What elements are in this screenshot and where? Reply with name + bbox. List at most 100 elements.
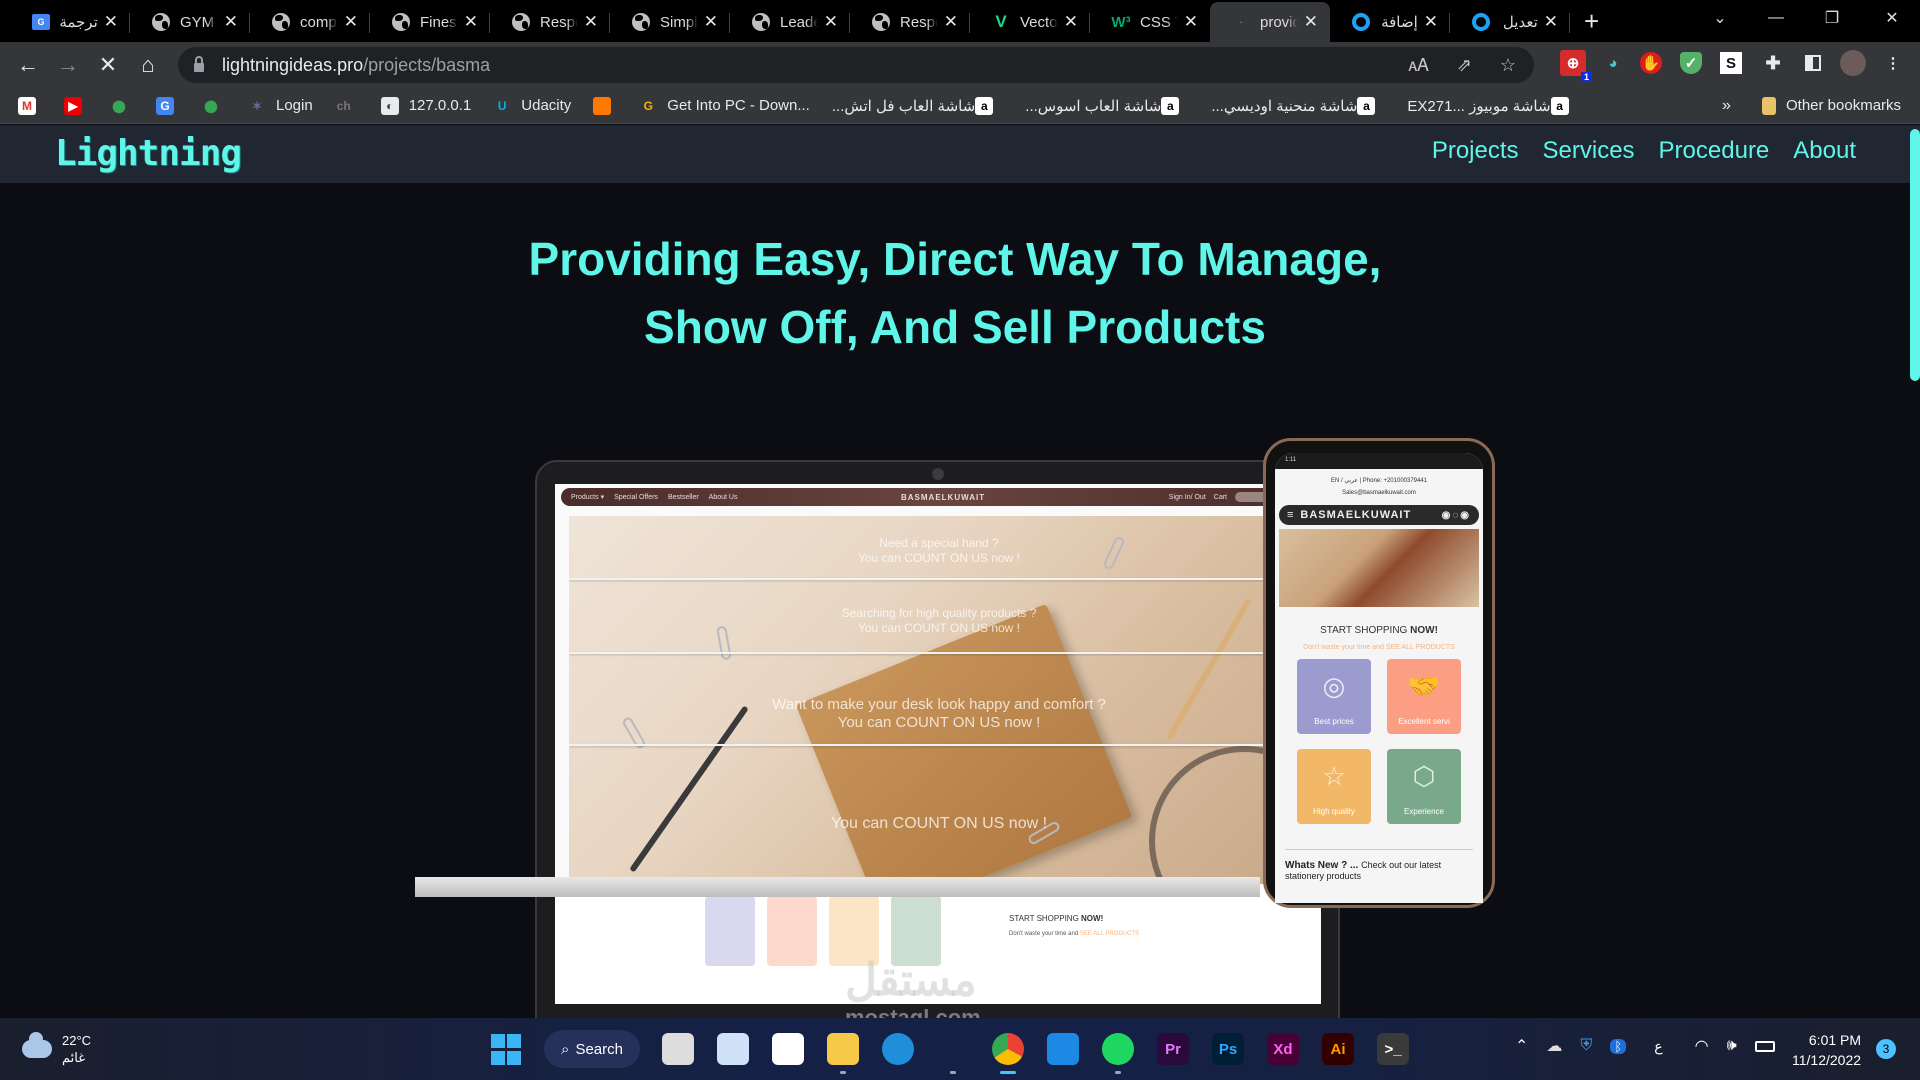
- more-bookmarks-button[interactable]: »: [1722, 97, 1731, 115]
- taskbar-illustrator[interactable]: Ai: [1322, 1033, 1354, 1065]
- battery-icon[interactable]: [1754, 1040, 1775, 1052]
- bookmark-9[interactable]: [593, 96, 621, 115]
- bookmark-2[interactable]: ⬤: [110, 97, 138, 115]
- close-window-button[interactable]: ✕: [1864, 0, 1920, 36]
- close-tab-icon[interactable]: ✕: [824, 12, 838, 32]
- bookmark-0[interactable]: M: [18, 96, 46, 115]
- bookmark-star-icon[interactable]: ☆: [1500, 55, 1516, 76]
- tab-2[interactable]: compl ✕: [250, 2, 370, 42]
- tab-4[interactable]: Respo ✕: [490, 2, 610, 42]
- taskbar-spotify[interactable]: [1102, 1033, 1134, 1074]
- bookmark-5[interactable]: ✶ Login: [248, 97, 313, 115]
- bookmark-10[interactable]: G Get Into PC - Down...: [639, 97, 810, 115]
- tab-9[interactable]: W³ CSS Tu ✕: [1090, 2, 1210, 42]
- home-button[interactable]: ⌂: [128, 45, 168, 85]
- bookmark-6[interactable]: ch: [335, 97, 363, 115]
- restore-button[interactable]: ❐: [1804, 0, 1860, 36]
- close-tab-icon[interactable]: ✕: [584, 12, 598, 32]
- taskbar-search[interactable]: ⌕ Search: [544, 1030, 640, 1068]
- clock[interactable]: 6:01 PM 11/12/2022: [1792, 1030, 1861, 1070]
- forward-button[interactable]: →: [48, 45, 88, 85]
- lock-icon[interactable]: [194, 55, 204, 72]
- taskbar-store[interactable]: [772, 1033, 804, 1065]
- taskbar-terminal[interactable]: >_: [1377, 1033, 1409, 1065]
- onedrive-icon[interactable]: ☁: [1546, 1036, 1562, 1056]
- close-tab-icon[interactable]: ✕: [464, 12, 478, 32]
- taskbar-widgets[interactable]: [717, 1033, 749, 1065]
- side-panel-icon[interactable]: [1800, 50, 1826, 76]
- site-logo[interactable]: Lightning: [55, 133, 242, 174]
- nav-about[interactable]: About: [1793, 137, 1856, 165]
- adblock-icon[interactable]: ✋: [1640, 52, 1662, 74]
- tab-6[interactable]: Leade ✕: [730, 2, 850, 42]
- notification-badge[interactable]: 3: [1876, 1039, 1896, 1059]
- nav-projects[interactable]: Projects: [1432, 137, 1519, 165]
- tab-7[interactable]: Respo ✕: [850, 2, 970, 42]
- bookmark-4[interactable]: ⬤: [202, 97, 230, 115]
- keyboard-language[interactable]: ع: [1654, 1038, 1662, 1055]
- taskbar-xd[interactable]: Xd: [1267, 1033, 1299, 1065]
- tab-8[interactable]: V Vector ✕: [970, 2, 1090, 42]
- share-icon[interactable]: ⇗: [1457, 55, 1472, 76]
- menu-kebab-icon[interactable]: ⋮: [1880, 50, 1906, 76]
- close-tab-icon[interactable]: ✕: [1544, 12, 1558, 32]
- bookmark-12[interactable]: a شاشة العاب اسوس...: [1025, 96, 1189, 115]
- taskbar-edge[interactable]: [882, 1033, 914, 1065]
- bookmark-13[interactable]: a شاشة منحنية اوديسي...: [1211, 96, 1385, 115]
- profile-avatar[interactable]: [1840, 50, 1866, 76]
- nav-procedure[interactable]: Procedure: [1659, 137, 1770, 165]
- taskbar-app[interactable]: [1047, 1033, 1079, 1065]
- bookmark-8[interactable]: U Udacity: [493, 97, 571, 115]
- new-tab-button[interactable]: +: [1584, 2, 1614, 42]
- taskbar-premiere[interactable]: Pr: [1157, 1033, 1189, 1065]
- bookmark-7[interactable]: ◐ 127.0.0.1: [380, 96, 471, 115]
- close-tab-icon[interactable]: ✕: [224, 12, 238, 32]
- volume-icon[interactable]: 🕪: [1727, 1037, 1737, 1055]
- extension-s-icon[interactable]: S: [1720, 52, 1742, 74]
- minimize-button[interactable]: —: [1748, 0, 1804, 36]
- tab-0[interactable]: G ترجمة ✕: [10, 2, 130, 42]
- tab-12[interactable]: تعديل ✕: [1450, 2, 1570, 42]
- bookmark-14[interactable]: a شاشة موبيوز ...EX271: [1407, 96, 1578, 115]
- tab-1[interactable]: GYM T ✕: [130, 2, 250, 42]
- bluetooth-icon[interactable]: ᛒ: [1610, 1038, 1627, 1054]
- stop-loading-button[interactable]: ✕: [88, 45, 128, 85]
- tab-3[interactable]: Finess ✕: [370, 2, 490, 42]
- start-button[interactable]: [490, 1033, 522, 1065]
- close-tab-icon[interactable]: ✕: [1304, 12, 1318, 32]
- weather-widget[interactable]: 22°C غائم: [22, 1032, 91, 1066]
- bookmark-11[interactable]: a شاشة العاب فل اتش...: [832, 96, 1003, 115]
- back-button[interactable]: ←: [8, 45, 48, 85]
- taskbar-vscode[interactable]: [937, 1033, 969, 1074]
- translate-icon[interactable]: 🗚: [1408, 55, 1428, 76]
- nav-services[interactable]: Services: [1543, 137, 1635, 165]
- taskbar-file-explorer[interactable]: [827, 1033, 859, 1074]
- bookmark-1[interactable]: ▶: [64, 96, 92, 115]
- address-bar[interactable]: lightningideas.pro/projects/basma 🗚 ⇗ ☆: [178, 47, 1534, 83]
- close-tab-icon[interactable]: ✕: [104, 12, 118, 32]
- close-tab-icon[interactable]: ✕: [944, 12, 958, 32]
- extension-brain-icon[interactable]: ◕: [1600, 50, 1626, 76]
- other-bookmarks-folder[interactable]: Other bookmarks: [1762, 96, 1901, 115]
- taskbar-chrome[interactable]: [992, 1033, 1024, 1074]
- extensions-puzzle-icon[interactable]: ✚: [1760, 50, 1786, 76]
- security-warning-icon[interactable]: ⛨: [1580, 1037, 1592, 1055]
- taskbar-task-view[interactable]: [662, 1033, 694, 1065]
- close-tab-icon[interactable]: ✕: [1184, 12, 1198, 32]
- extension-target-icon[interactable]: ⊕ 1: [1560, 50, 1592, 82]
- bookmark-3[interactable]: G: [156, 96, 184, 115]
- wifi-icon[interactable]: ◠: [1695, 1036, 1709, 1056]
- tab-search-icon[interactable]: ⌄: [1692, 0, 1748, 36]
- show-hidden-icons[interactable]: ⌃: [1515, 1036, 1528, 1056]
- tab-5[interactable]: Simple ✕: [610, 2, 730, 42]
- tab-10[interactable]: · provid ✕: [1210, 2, 1330, 42]
- close-tab-icon[interactable]: ✕: [1064, 12, 1078, 32]
- close-tab-icon[interactable]: ✕: [1424, 12, 1438, 32]
- url-text[interactable]: lightningideas.pro/projects/basma: [222, 55, 490, 76]
- adguard-icon[interactable]: ✓: [1680, 52, 1702, 74]
- page-scrollbar[interactable]: [1910, 129, 1920, 381]
- close-tab-icon[interactable]: ✕: [344, 12, 358, 32]
- taskbar-photoshop[interactable]: Ps: [1212, 1033, 1244, 1065]
- tab-11[interactable]: إضافة ✕: [1330, 2, 1450, 42]
- close-tab-icon[interactable]: ✕: [704, 12, 718, 32]
